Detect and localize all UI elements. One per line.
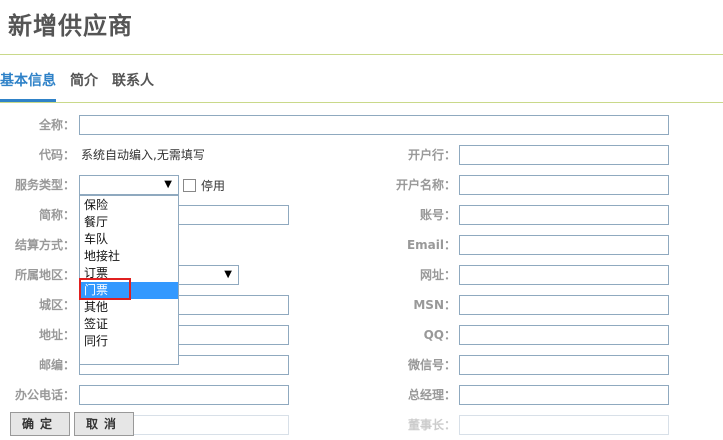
bank-label: 开户行：	[407, 148, 456, 162]
tab-basic-info[interactable]: 基本信息	[0, 70, 56, 102]
general-manager-input[interactable]	[459, 385, 669, 405]
option-visa[interactable]: 签证	[80, 316, 178, 333]
disable-checkbox-label: 停用	[201, 178, 226, 193]
cancel-button[interactable]: 取消	[74, 412, 134, 436]
option-other[interactable]: 其他	[80, 299, 178, 316]
tab-intro[interactable]: 简介	[70, 70, 98, 102]
qq-label: QQ：	[423, 328, 456, 342]
title-divider	[0, 54, 723, 55]
website-label: 网址：	[419, 268, 456, 282]
disable-checkbox-wrap[interactable]: 停用	[183, 175, 225, 195]
dropdown-arrow-icon: ▼	[164, 179, 172, 190]
account-name-label: 开户名称：	[396, 178, 457, 192]
chairman-input[interactable]	[459, 415, 669, 435]
email-label: Email：	[406, 238, 456, 252]
office-phone-input[interactable]	[79, 385, 289, 405]
option-peer[interactable]: 同行	[80, 333, 178, 350]
confirm-button[interactable]: 确定	[10, 412, 70, 436]
msn-label: MSN：	[413, 298, 456, 312]
region-label: 所属地区：	[14, 268, 75, 282]
account-label: 账号：	[419, 208, 456, 222]
full-name-input[interactable]	[79, 115, 669, 135]
full-name-label: 全称：	[38, 118, 75, 132]
option-booking[interactable]: 订票	[80, 265, 178, 282]
wechat-label: 微信号：	[407, 358, 456, 372]
website-input[interactable]	[459, 265, 669, 285]
short-name-label: 简称：	[38, 208, 75, 222]
msn-input[interactable]	[459, 295, 669, 315]
code-value: 系统自动编入,无需填写	[81, 148, 205, 162]
option-insurance[interactable]: 保险	[80, 197, 178, 214]
account-input[interactable]	[459, 205, 669, 225]
wechat-input[interactable]	[459, 355, 669, 375]
option-restaurant[interactable]: 餐厅	[80, 214, 178, 231]
email-input[interactable]	[459, 235, 669, 255]
qq-input[interactable]	[459, 325, 669, 345]
region-dropdown-arrow-icon: ▼	[224, 269, 232, 280]
chairman-label: 董事长：	[407, 418, 456, 432]
disable-checkbox[interactable]	[183, 178, 196, 192]
address-label: 地址：	[38, 328, 75, 342]
option-local-agency[interactable]: 地接社	[80, 248, 178, 265]
option-tickets[interactable]: 门票	[80, 282, 178, 299]
option-fleet[interactable]: 车队	[80, 231, 178, 248]
general-manager-label: 总经理：	[407, 388, 456, 402]
service-type-dropdown-list: 保险 餐厅 车队 地接社 订票 门票 其他 签证 同行	[79, 195, 179, 365]
tab-divider	[0, 102, 723, 103]
account-name-input[interactable]	[459, 175, 669, 195]
district-label: 城区：	[38, 298, 75, 312]
page-title: 新增供应商	[8, 12, 133, 40]
settlement-label: 结算方式：	[14, 238, 75, 252]
postcode-label: 邮编：	[38, 358, 75, 372]
tab-bar: 基本信息 简介 联系人	[0, 70, 168, 102]
tab-contacts[interactable]: 联系人	[112, 70, 154, 102]
bank-input[interactable]	[459, 145, 669, 165]
service-type-label: 服务类型：	[14, 178, 75, 192]
office-phone-label: 办公电话：	[14, 388, 75, 402]
code-label: 代码：	[38, 148, 75, 162]
service-type-select[interactable]: ▼	[79, 175, 179, 195]
